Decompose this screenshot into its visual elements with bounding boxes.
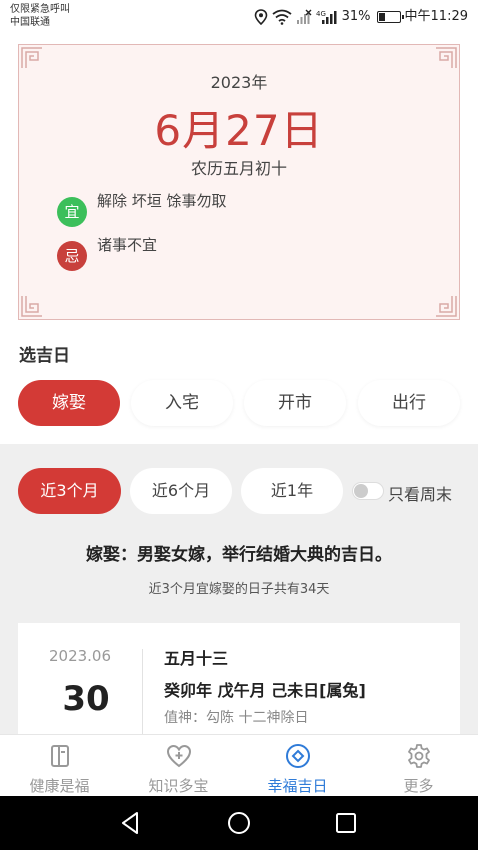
toggle-knob [354,484,368,498]
event-tab-marriage[interactable]: 嫁娶 [18,380,120,426]
nav-knowledge[interactable]: 知识多宝 [119,735,238,797]
diamond-target-icon [285,744,310,768]
emergency-only-text: 仅限紧急呼叫 [10,4,70,15]
heart-plus-icon [166,744,191,768]
recent-apps-icon[interactable] [333,810,359,836]
svg-text:4G: 4G [316,10,326,18]
corner-ornament-icon [21,47,42,68]
weekend-only-toggle[interactable] [352,482,384,500]
book-icon [50,745,69,767]
nav-health-label: 健康是福 [29,777,90,795]
today-calendar-card: 2023年 6月27日 农历五月初十 宜 解除 坏垣 馀事勿取 忌 诸事不宜 [18,44,460,320]
clock: 中午11:29 [404,9,468,24]
nav-lucky-days[interactable]: 幸福吉日 [238,735,357,797]
bottom-navigation: 健康是福 知识多宝 幸福吉日 更多 [0,734,478,796]
good-day-item[interactable]: 2023.06 30 五月十三 癸卯年 戊午月 己未日[属兔] 值神：勾陈 十二… [18,623,460,734]
result-gods: 值神：勾陈 十二神除日 [164,710,309,726]
yi-text: 解除 坏垣 馀事勿取 [97,192,227,210]
status-icons: 4G 31% 中午11:29 [254,7,468,27]
corner-ornament-icon [436,47,457,68]
result-year-month: 2023.06 [48,647,112,665]
nav-lucky-days-label: 幸福吉日 [267,777,328,795]
range-tab-1-year[interactable]: 近1年 [241,468,343,514]
status-bar: 仅限紧急呼叫 中国联通 4G 31% 中午11:29 [0,0,478,34]
result-ganzhi: 癸卯年 戊午月 己未日[属兔] [164,681,366,700]
event-description: 嫁娶：男娶女嫁，举行结婚大典的吉日。 [86,545,392,565]
corner-ornament-icon [21,296,42,317]
wifi-icon [272,9,292,25]
event-tab-travel[interactable]: 出行 [358,380,460,426]
signal-4g-icon: 4G [316,10,337,24]
range-tab-6-months[interactable]: 近6个月 [130,468,232,514]
battery-level [378,13,385,21]
nav-more-label: 更多 [403,777,434,795]
card-lunar-date: 农历五月初十 [190,159,287,178]
corner-ornament-icon [436,296,457,317]
result-divider [142,649,143,734]
nav-more[interactable]: 更多 [359,735,478,797]
home-icon[interactable] [226,810,252,836]
event-tab-move-in[interactable]: 入宅 [131,380,233,426]
battery-icon [376,11,404,23]
result-lunar-date: 五月十三 [164,649,229,668]
nav-knowledge-label: 知识多宝 [148,777,209,795]
weekend-only-label: 只看周末 [388,485,453,504]
carrier-info: 仅限紧急呼叫 中国联通 [10,3,70,29]
range-tab-3-months[interactable]: 近3个月 [18,468,121,514]
section-title: 选吉日 [19,346,70,366]
no-signal-icon [296,9,312,24]
result-day: 30 [62,679,110,719]
event-type-tabs: 嫁娶 入宅 开市 出行 [18,380,460,426]
location-icon [254,9,267,25]
back-icon[interactable] [118,810,144,836]
battery-percent: 31% [341,9,371,24]
ji-badge: 忌 [57,241,87,271]
event-tab-open-business[interactable]: 开市 [244,380,346,426]
good-days-count: 近3个月宜嫁娶的日子共有34天 [148,582,330,597]
nav-health[interactable]: 健康是福 [0,735,119,797]
card-year: 2023年 [210,73,268,92]
yi-badge: 宜 [57,197,87,227]
ji-text: 诸事不宜 [97,236,158,254]
system-navigation-bar [0,796,478,850]
carrier-name: 中国联通 [10,17,50,28]
gear-icon [407,744,430,768]
card-date: 6月27日 [154,106,324,155]
